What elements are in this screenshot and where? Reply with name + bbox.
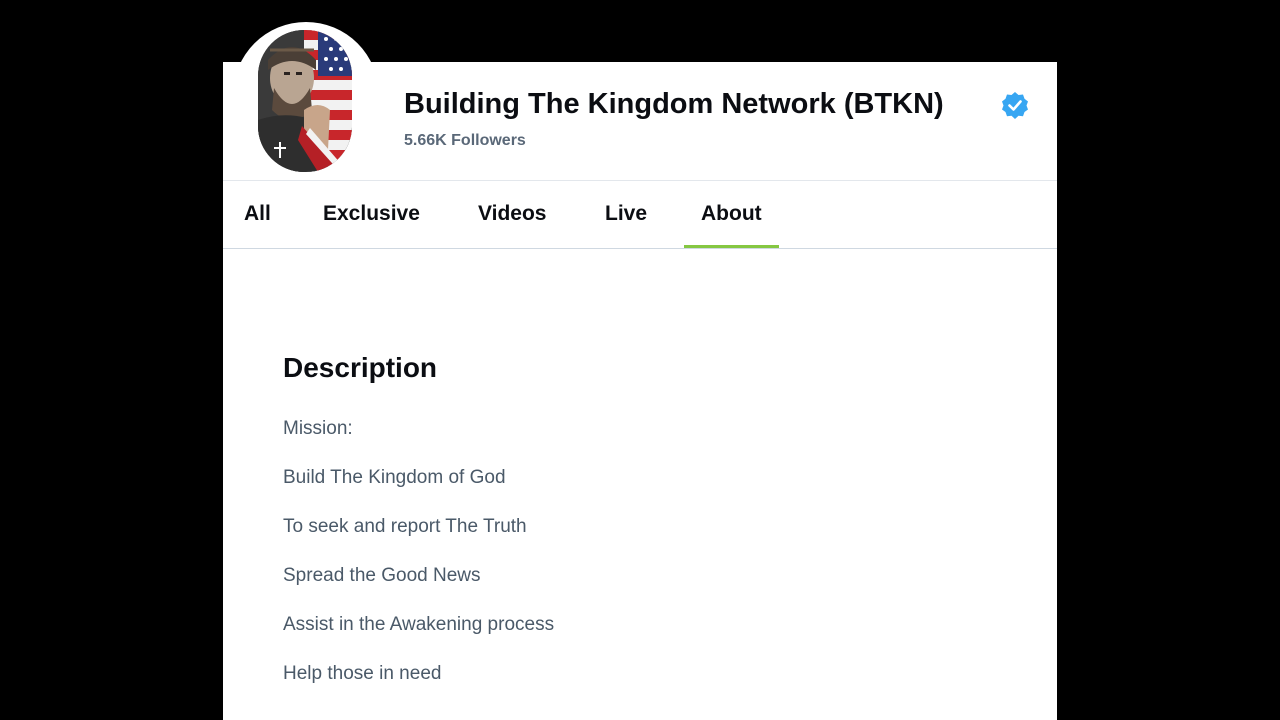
description-heading: Description (283, 352, 438, 383)
tab-all[interactable]: All (244, 181, 271, 247)
description-line: To seek and report The Truth (283, 516, 527, 537)
tab-exclusive[interactable]: Exclusive (323, 181, 420, 247)
description-line: Mission: (283, 418, 353, 439)
description-line: Help those in need (283, 663, 442, 684)
description-line: Assist in the Awakening process (283, 614, 555, 635)
screen: All Exclusive Videos Live About Building… (0, 0, 1280, 720)
channel-avatar-icon[interactable] (258, 30, 352, 172)
channel-title[interactable]: Building The Kingdom Network (BTKN) (404, 84, 944, 124)
verified-badge-icon (1001, 91, 1029, 119)
tab-about[interactable]: About (684, 181, 779, 248)
followers-count: 5.66K Followers (404, 132, 526, 149)
tab-live[interactable]: Live (605, 181, 647, 247)
tab-videos[interactable]: Videos (478, 181, 546, 247)
description-line: Spread the Good News (283, 565, 481, 586)
channel-tabs: All Exclusive Videos Live About (223, 181, 1057, 249)
description-line: Build The Kingdom of God (283, 467, 506, 488)
